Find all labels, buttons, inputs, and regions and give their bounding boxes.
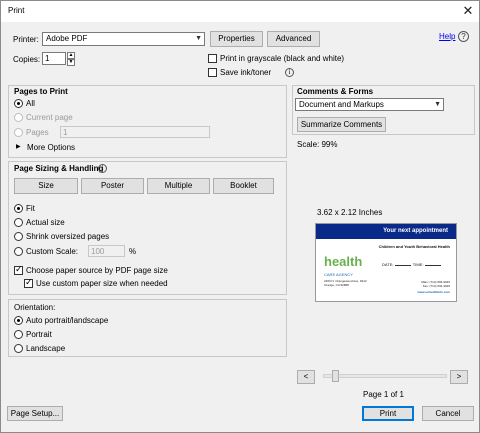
chevron-down-icon: ▼ bbox=[195, 35, 202, 42]
page-sizing-info-icon[interactable]: i bbox=[98, 164, 107, 173]
title-bar: Print ✕ bbox=[1, 1, 479, 22]
pages-current-label: Current page bbox=[26, 113, 73, 122]
grayscale-checkbox[interactable] bbox=[208, 54, 217, 63]
save-ink-checkbox[interactable] bbox=[208, 68, 217, 77]
custom-scale-label: Custom Scale: bbox=[26, 247, 79, 256]
preview-size-text: 3.62 x 2.12 Inches bbox=[317, 208, 383, 217]
card-date-label: DATE: bbox=[382, 262, 394, 267]
tab-size[interactable]: Size bbox=[14, 178, 78, 194]
page-slider-thumb[interactable] bbox=[332, 370, 339, 382]
page-setup-button[interactable]: Page Setup... bbox=[7, 406, 63, 421]
print-button[interactable]: Print bbox=[362, 406, 414, 421]
pages-current-radio[interactable] bbox=[14, 113, 23, 122]
pages-to-print-header: Pages to Print bbox=[14, 87, 68, 96]
comments-select[interactable]: Document and Markups ▼ bbox=[295, 98, 444, 111]
landscape-label: Landscape bbox=[26, 344, 66, 353]
auto-orientation-label: Auto portrait/landscape bbox=[26, 316, 109, 325]
card-phone: Main: (714) 665-9045 Fax: (714) 634-3029 bbox=[421, 280, 450, 288]
card-logo: health bbox=[324, 254, 363, 269]
card-fax: Fax: (714) 634-3029 bbox=[422, 284, 450, 288]
copies-up-icon[interactable]: ▲ bbox=[67, 52, 75, 59]
page-indicator: Page 1 of 1 bbox=[363, 390, 404, 399]
card-address: 2200 N. Orangewood Ave, #212 Orange, CA … bbox=[324, 279, 367, 287]
custom-scale-radio[interactable] bbox=[14, 247, 23, 256]
card-subtitle: Children and Youth Behavioral Health bbox=[378, 244, 450, 249]
window-title: Print bbox=[8, 6, 25, 15]
copies-input[interactable]: 1 bbox=[42, 52, 66, 65]
print-dialog: Print ✕ Printer: Adobe PDF ▼ Properties … bbox=[0, 0, 480, 433]
card-care-agency: CARE AGENCY bbox=[324, 272, 353, 277]
actual-size-radio[interactable] bbox=[14, 218, 23, 227]
fit-radio[interactable] bbox=[14, 204, 23, 213]
expand-triangle-icon[interactable]: ▶ bbox=[16, 143, 21, 150]
preview-page: Your next appointment Children and Youth… bbox=[315, 223, 457, 302]
shrink-label: Shrink oversized pages bbox=[26, 232, 110, 241]
landscape-radio[interactable] bbox=[14, 344, 23, 353]
comments-select-value: Document and Markups bbox=[299, 100, 384, 109]
more-options-link[interactable]: More Options bbox=[27, 143, 75, 152]
summarize-comments-button[interactable]: Summarize Comments bbox=[297, 117, 386, 132]
percent-label: % bbox=[129, 247, 137, 256]
page-slider-track[interactable] bbox=[323, 374, 447, 378]
card-date-time: DATE: TIME: bbox=[382, 262, 441, 267]
tab-poster[interactable]: Poster bbox=[81, 178, 144, 194]
card-headline: Your next appointment bbox=[383, 228, 448, 234]
close-icon[interactable]: ✕ bbox=[459, 3, 477, 19]
properties-button[interactable]: Properties bbox=[210, 31, 263, 47]
next-page-button[interactable]: > bbox=[450, 370, 468, 384]
pages-all-radio[interactable] bbox=[14, 99, 23, 108]
shrink-radio[interactable] bbox=[14, 232, 23, 241]
card-time-label: TIME: bbox=[412, 262, 424, 267]
comments-forms-header: Comments & Forms bbox=[297, 87, 374, 96]
choose-paper-source-label: Choose paper source by PDF page size bbox=[26, 266, 168, 275]
pages-range-label: Pages bbox=[26, 128, 49, 137]
pages-all-label: All bbox=[26, 99, 35, 108]
save-ink-label: Save ink/toner bbox=[220, 68, 272, 77]
printer-select-value: Adobe PDF bbox=[46, 34, 88, 43]
custom-paper-size-checkbox[interactable] bbox=[24, 277, 33, 288]
pages-range-radio[interactable] bbox=[14, 128, 23, 137]
fit-label: Fit bbox=[26, 204, 35, 213]
card-banner: Your next appointment bbox=[316, 224, 456, 239]
printer-select[interactable]: Adobe PDF ▼ bbox=[42, 32, 205, 46]
pages-range-input[interactable]: 1 bbox=[60, 126, 210, 138]
help-question-icon[interactable]: ? bbox=[458, 31, 469, 42]
chevron-down-icon: ▼ bbox=[434, 101, 441, 108]
card-website: www.ochealthinfo.com bbox=[417, 290, 450, 294]
auto-orientation-radio[interactable] bbox=[14, 316, 23, 325]
portrait-radio[interactable] bbox=[14, 330, 23, 339]
save-ink-info-icon[interactable]: i bbox=[285, 68, 294, 77]
portrait-label: Portrait bbox=[26, 330, 52, 339]
previous-page-button[interactable]: < bbox=[297, 370, 315, 384]
advanced-button[interactable]: Advanced bbox=[267, 31, 320, 47]
grayscale-label: Print in grayscale (black and white) bbox=[220, 54, 345, 63]
orientation-header: Orientation: bbox=[14, 303, 56, 312]
copies-label: Copies: bbox=[13, 55, 41, 64]
custom-paper-size-label: Use custom paper size when needed bbox=[36, 279, 168, 288]
tab-multiple[interactable]: Multiple bbox=[147, 178, 210, 194]
actual-size-label: Actual size bbox=[26, 218, 65, 227]
choose-paper-source-checkbox[interactable] bbox=[14, 264, 23, 275]
tab-booklet[interactable]: Booklet bbox=[213, 178, 274, 194]
cancel-button[interactable]: Cancel bbox=[422, 406, 474, 421]
copies-down-icon[interactable]: ▼ bbox=[67, 59, 75, 66]
printer-label: Printer: bbox=[13, 35, 39, 44]
custom-scale-input[interactable]: 100 bbox=[88, 245, 125, 257]
page-sizing-header: Page Sizing & Handling bbox=[14, 164, 104, 173]
help-link[interactable]: Help bbox=[439, 32, 455, 41]
